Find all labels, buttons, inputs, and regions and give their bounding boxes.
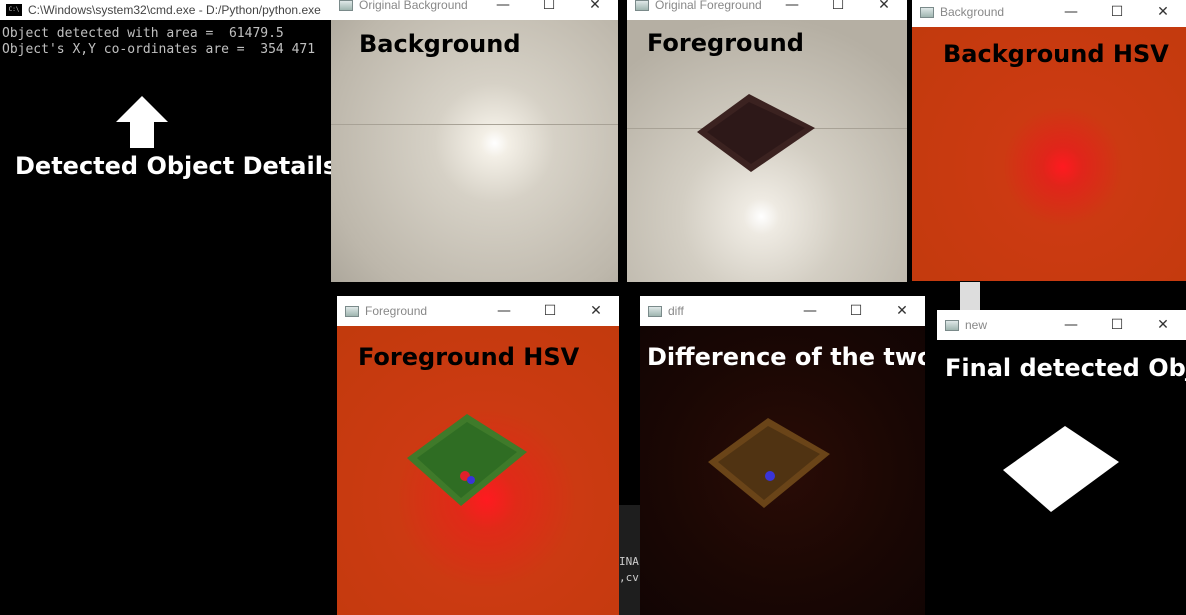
maximize-button[interactable]: ☐ bbox=[815, 0, 861, 20]
app-icon bbox=[345, 305, 359, 317]
close-button[interactable]: ✕ bbox=[861, 0, 907, 20]
background-app-area bbox=[0, 482, 337, 615]
window-title: Original Background bbox=[359, 0, 468, 12]
image-background-hsv: Background HSV bbox=[912, 27, 1186, 281]
maximize-button[interactable]: ☐ bbox=[527, 296, 573, 326]
app-icon bbox=[635, 0, 649, 11]
up-arrow-icon bbox=[116, 96, 168, 148]
image-diff: Difference of the two bbox=[640, 326, 925, 615]
caption-difference: Difference of the two bbox=[647, 343, 925, 371]
maximize-button[interactable]: ☐ bbox=[1094, 0, 1140, 27]
caption-background: Background bbox=[359, 30, 521, 58]
titlebar[interactable]: Background — ☐ ✕ bbox=[912, 0, 1186, 27]
wallet-diff-shape bbox=[708, 418, 830, 508]
minimize-button[interactable]: — bbox=[1048, 0, 1094, 27]
app-icon bbox=[648, 305, 662, 317]
window-title: diff bbox=[668, 304, 684, 318]
titlebar[interactable]: Original Foreground — ☐ ✕ bbox=[627, 0, 907, 20]
app-icon bbox=[339, 0, 353, 11]
image-original-background: Background bbox=[331, 20, 618, 282]
window-title: Background bbox=[940, 5, 1005, 19]
floor-seam bbox=[331, 124, 618, 125]
app-icon bbox=[920, 6, 934, 18]
window-new: new — ☐ ✕ Final detected Obj bbox=[937, 310, 1186, 615]
close-button[interactable]: ✕ bbox=[573, 296, 619, 326]
annotation-detected-object-details: Detected Object Details bbox=[15, 152, 338, 180]
titlebar[interactable]: diff — ☐ ✕ bbox=[640, 296, 925, 326]
image-foreground-hsv: Foreground HSV bbox=[337, 326, 619, 615]
window-original-background: Original Background — ☐ ✕ Background bbox=[331, 0, 618, 282]
image-new: Final detected Obj bbox=[937, 340, 1186, 615]
caption-foreground: Foreground bbox=[647, 29, 804, 57]
minimize-button[interactable]: — bbox=[480, 0, 526, 20]
minimize-button[interactable]: — bbox=[1048, 310, 1094, 340]
app-icon bbox=[945, 319, 959, 331]
maximize-button[interactable]: ☐ bbox=[1094, 310, 1140, 340]
window-title: Original Foreground bbox=[655, 0, 762, 12]
caption-background-hsv: Background HSV bbox=[943, 40, 1169, 68]
window-title: new bbox=[965, 318, 988, 332]
minimize-button[interactable]: — bbox=[769, 0, 815, 20]
maximize-button[interactable]: ☐ bbox=[526, 0, 572, 20]
window-foreground-hsv: Foreground — ☐ ✕ Foreground HSV bbox=[337, 296, 619, 615]
cmd-window: C:\ C:\Windows\system32\cmd.exe - D:/Pyt… bbox=[0, 0, 337, 482]
detected-object-mask bbox=[1003, 426, 1119, 512]
window-title: Foreground bbox=[365, 304, 428, 318]
titlebar[interactable]: Foreground — ☐ ✕ bbox=[337, 296, 619, 326]
close-button[interactable]: ✕ bbox=[572, 0, 618, 20]
minimize-button[interactable]: — bbox=[787, 296, 833, 326]
close-button[interactable]: ✕ bbox=[879, 296, 925, 326]
caption-foreground-hsv: Foreground HSV bbox=[358, 343, 580, 371]
image-original-foreground: Foreground bbox=[627, 20, 907, 282]
titlebar[interactable]: Original Background — ☐ ✕ bbox=[331, 0, 618, 20]
close-button[interactable]: ✕ bbox=[1140, 0, 1186, 27]
window-original-foreground: Original Foreground — ☐ ✕ Foreground bbox=[627, 0, 907, 282]
console-line-2: Object's X,Y co-ordinates are = 354 471 bbox=[2, 42, 316, 57]
maximize-button[interactable]: ☐ bbox=[833, 296, 879, 326]
console-line-1: Object detected with area = 61479.5 bbox=[2, 26, 284, 41]
wallet-hsv-shape bbox=[407, 414, 527, 506]
minimize-button[interactable]: — bbox=[481, 296, 527, 326]
cmd-title: C:\Windows\system32\cmd.exe - D:/Python/… bbox=[28, 3, 321, 17]
wallet-object bbox=[697, 94, 815, 172]
desktop-gap bbox=[960, 282, 980, 310]
window-background-hsv: Background — ☐ ✕ Background HSV bbox=[912, 0, 1186, 281]
cmd-icon: C:\ bbox=[6, 4, 22, 16]
cmd-titlebar[interactable]: C:\ C:\Windows\system32\cmd.exe - D:/Pyt… bbox=[0, 0, 331, 20]
close-button[interactable]: ✕ bbox=[1140, 310, 1186, 340]
bg-fragment-1: INA bbox=[619, 555, 639, 568]
window-diff: diff — ☐ ✕ Difference of the two bbox=[640, 296, 925, 615]
titlebar[interactable]: new — ☐ ✕ bbox=[937, 310, 1186, 340]
caption-final-detected: Final detected Obj bbox=[945, 354, 1186, 382]
